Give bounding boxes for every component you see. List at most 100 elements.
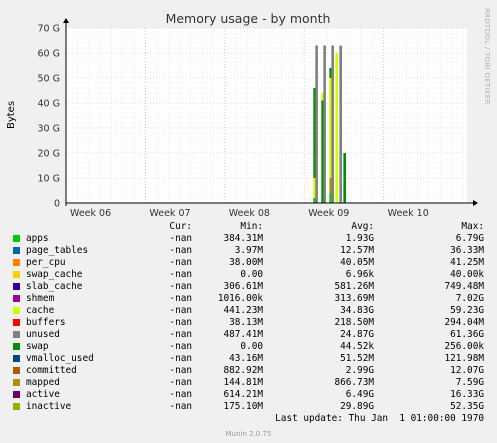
y-tick-label: 40 G (38, 99, 60, 110)
legend-min: 0.00 (240, 341, 263, 352)
legend-name: swap (26, 341, 49, 352)
legend-avg: 218.50M (334, 317, 374, 328)
legend-swatch (13, 247, 20, 254)
legend-name: apps (26, 233, 49, 244)
y-tick-label: 30 G (38, 124, 60, 135)
legend-cur: -nan (169, 329, 192, 340)
legend-cur: -nan (169, 317, 192, 328)
legend-cur: -nan (169, 353, 192, 364)
legend-cur: -nan (169, 341, 192, 352)
y-tick-label: 60 G (38, 49, 60, 60)
spike-segment-unused (315, 45, 318, 203)
legend-cur: -nan (169, 377, 192, 388)
legend-avg: 40.05M (340, 257, 374, 268)
legend-swatch (13, 403, 20, 410)
legend-name: slab_cache (26, 281, 83, 292)
legend-max: 41.25M (450, 257, 484, 268)
legend-header-min: Min: (240, 221, 263, 232)
legend-min: 0.00 (240, 269, 263, 280)
legend-name: swap_cache (26, 269, 83, 280)
legend-cur: -nan (169, 305, 192, 316)
legend-row-cache: cache -nan 441.23M 34.83G 59.23G (0, 305, 497, 317)
legend-min: 144.81M (223, 377, 263, 388)
legend-avg: 29.89G (340, 401, 374, 412)
legend-avg: 866.73M (334, 377, 374, 388)
x-tick-label: Week 07 (149, 208, 190, 219)
legend-header: Cur: Min: Avg: Max: (0, 221, 497, 233)
legend-swatch (13, 271, 20, 278)
legend-name: active (26, 389, 60, 400)
munin-credit: Munin 2.0.75 (225, 430, 272, 438)
x-tick-label: Week 09 (308, 208, 349, 219)
legend-swatch (13, 319, 20, 326)
legend-name: per_cpu (26, 257, 66, 268)
legend-row-swap: swap -nan 0.00 44.52k 256.00k (0, 341, 497, 353)
x-tick-label: Week 10 (388, 208, 429, 219)
legend-row-unused: unused -nan 487.41M 24.87G 61.36G (0, 329, 497, 341)
legend-min: 384.31M (223, 233, 263, 244)
legend-max: 12.07G (450, 365, 484, 376)
legend-name: committed (26, 365, 77, 376)
legend-header-cur: Cur: (169, 221, 192, 232)
legend-avg: 24.87G (340, 329, 374, 340)
legend-min: 614.21M (223, 389, 263, 400)
y-axis-label: Bytes (6, 101, 17, 129)
legend-cur: -nan (169, 233, 192, 244)
legend-name: inactive (26, 401, 72, 412)
y-tick-label: 50 G (38, 74, 60, 85)
legend-cur: -nan (169, 257, 192, 268)
legend: Cur: Min: Avg: Max: apps -nan 384.31M 1.93G… (0, 221, 497, 413)
legend-max: 7.02G (455, 293, 484, 304)
legend-row-committed: committed -nan 882.92M 2.99G 12.07G (0, 365, 497, 377)
chart-title: Memory usage - by month (166, 11, 331, 26)
legend-max: 749.48M (444, 281, 484, 292)
x-axis-arrow (473, 200, 478, 206)
legend-avg: 1.93G (345, 233, 374, 244)
legend-min: 38.00M (229, 257, 263, 268)
legend-name: shmem (26, 293, 55, 304)
legend-avg: 6.49G (345, 389, 374, 400)
legend-cur: -nan (169, 401, 192, 412)
legend-max: 7.59G (455, 377, 484, 388)
spike-segment-unused (331, 45, 334, 203)
legend-swatch (13, 343, 20, 350)
legend-swatch (13, 259, 20, 266)
legend-name: page_tables (26, 245, 89, 256)
legend-cur: -nan (169, 281, 192, 292)
legend-min: 43.16M (229, 353, 263, 364)
legend-max: 40.00k (450, 269, 484, 280)
legend-swatch (13, 235, 20, 242)
last-update: Last update: Thu Jan 1 01:00:00 1970 (275, 413, 484, 424)
legend-max: 16.33G (450, 389, 484, 400)
legend-min: 1016.00k (217, 293, 263, 304)
legend-max: 36.33M (450, 245, 484, 256)
legend-row-apps: apps -nan 384.31M 1.93G 6.79G (0, 233, 497, 245)
legend-row-swap_cache: swap_cache -nan 0.00 6.96k 40.00k (0, 269, 497, 281)
legend-avg: 581.26M (334, 281, 374, 292)
legend-avg: 51.52M (340, 353, 374, 364)
legend-row-active: active -nan 614.21M 6.49G 16.33G (0, 389, 497, 401)
y-tick-label: 20 G (38, 149, 60, 160)
x-tick-label: Week 06 (70, 208, 111, 219)
legend-max: 6.79G (455, 233, 484, 244)
legend-header-max: Max: (461, 221, 484, 232)
y-tick-label: 10 G (38, 174, 60, 185)
legend-min: 487.41M (223, 329, 263, 340)
legend-max: 294.04M (444, 317, 484, 328)
chart-grid (65, 27, 467, 204)
legend-max: 121.98M (444, 353, 484, 364)
legend-max: 52.35G (450, 401, 484, 412)
spike-segment-cache (335, 53, 338, 203)
legend-row-buffers: buffers -nan 38.13M 218.50M 294.04M (0, 317, 497, 329)
legend-swatch (13, 379, 20, 386)
legend-row-page_tables: page_tables -nan 3.97M 12.57M 36.33M (0, 245, 497, 257)
legend-row-slab_cache: slab_cache -nan 306.61M 581.26M 749.48M (0, 281, 497, 293)
legend-avg: 2.99G (345, 365, 374, 376)
legend-cur: -nan (169, 293, 192, 304)
legend-min: 175.10M (223, 401, 263, 412)
legend-swatch (13, 355, 20, 362)
legend-row-inactive: inactive -nan 175.10M 29.89G 52.35G (0, 401, 497, 413)
y-tick-label: 0 (54, 199, 60, 210)
legend-row-per_cpu: per_cpu -nan 38.00M 40.05M 41.25M (0, 257, 497, 269)
legend-name: mapped (26, 377, 60, 388)
